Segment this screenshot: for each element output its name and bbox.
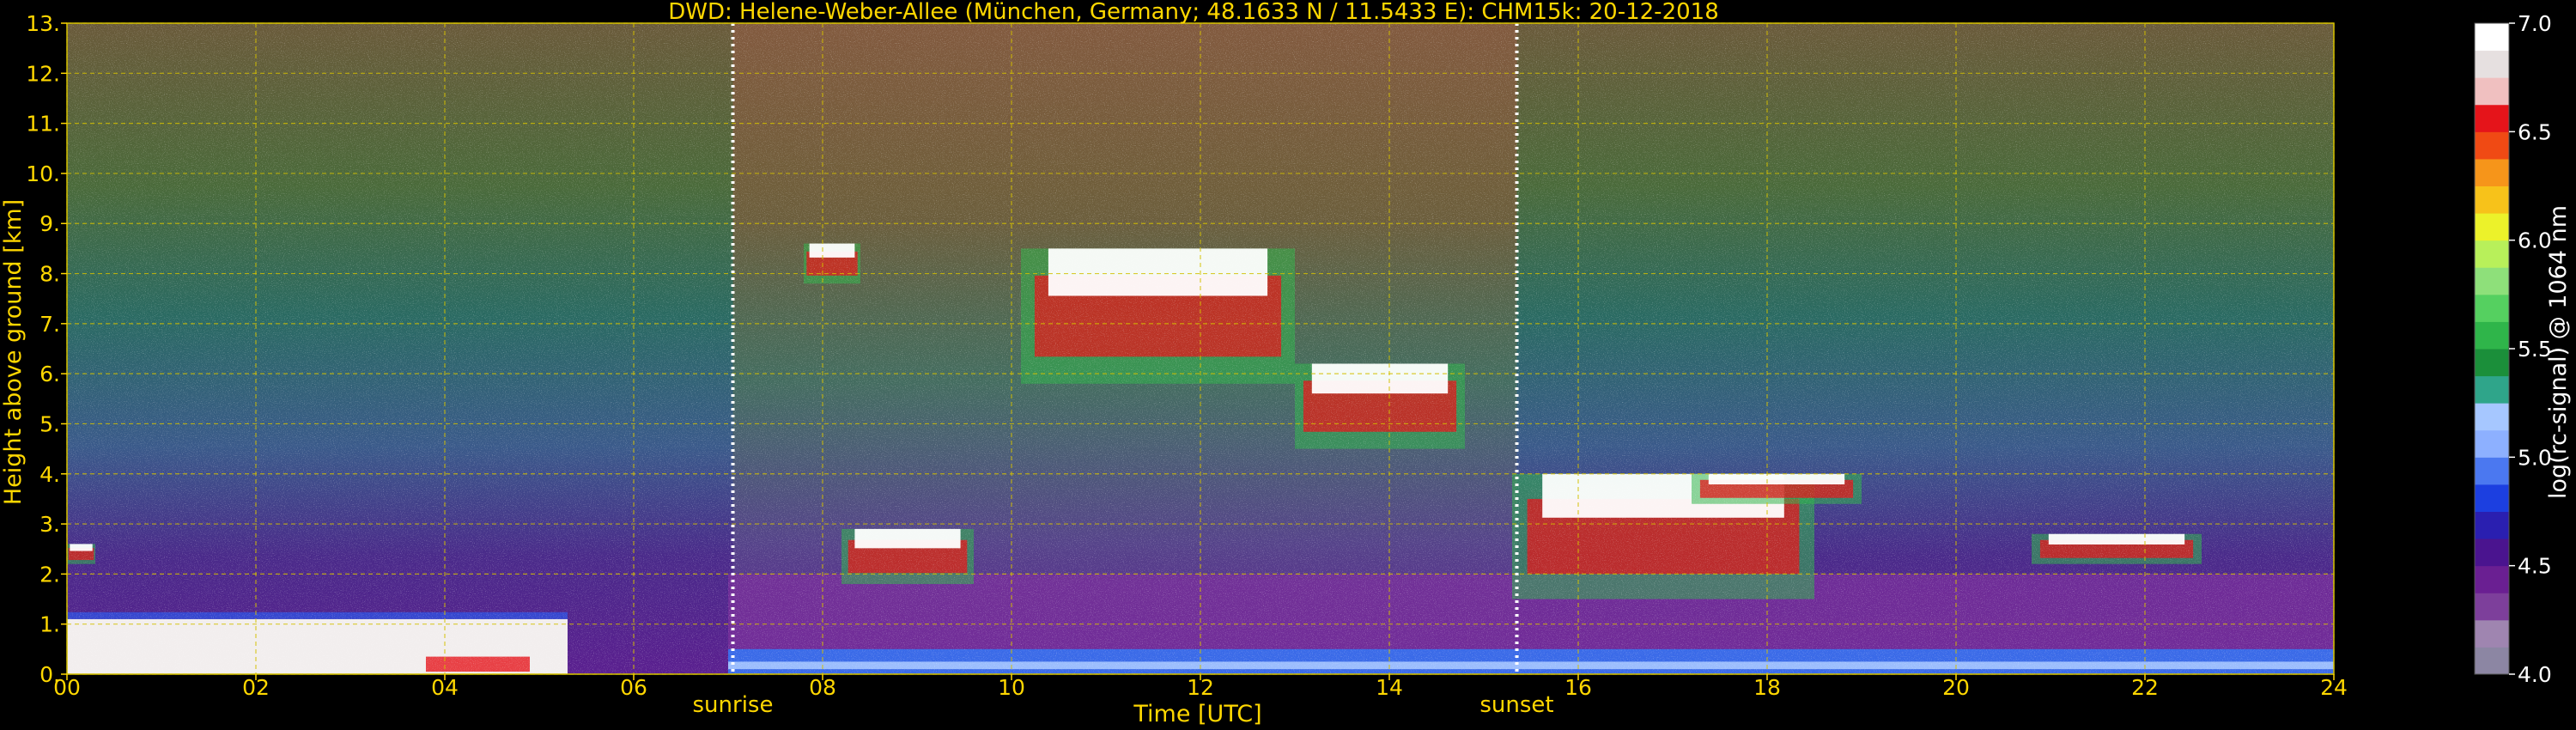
ceilometer-chart: sunrise sunset 00 02 04 06 08 10 12 14 16 18 20 22 24… (0, 0, 2572, 727)
y-tick-label: 0. (39, 662, 60, 687)
y-tick-label: 9. (39, 211, 60, 236)
x-tick-label: 12 (1187, 675, 1214, 700)
colorbar-segment (2475, 267, 2509, 295)
x-tick-label: 04 (431, 675, 459, 700)
x-tick-label: 16 (1564, 675, 1592, 700)
x-tick-label: 08 (809, 675, 836, 700)
y-tick-label: 10. (26, 161, 60, 186)
colorbar-segment (2475, 484, 2509, 512)
colorbar-segment (2475, 647, 2509, 675)
colorbar-segment (2475, 77, 2509, 106)
sunset-label: sunset (1479, 692, 1553, 718)
y-tick-label: 3. (39, 512, 60, 537)
colorbar-segment (2475, 240, 2509, 268)
x-axis-label: Time [UTC] (1133, 701, 1261, 727)
y-tick-label: 6. (39, 362, 60, 386)
chart-title: DWD: Helene-Weber-Allee (München, German… (668, 0, 1719, 25)
colorbar-segment (2475, 565, 2509, 593)
colorbar-segment (2475, 457, 2509, 485)
colorbar-segment (2475, 50, 2509, 78)
colorbar-tick-label: 7.0 (2518, 11, 2552, 36)
colorbar-segment (2475, 619, 2509, 648)
x-tick-label: 18 (1753, 675, 1781, 700)
colorbar-tick-label: 4.0 (2518, 662, 2552, 687)
colorbar-segment (2475, 375, 2509, 404)
colorbar-segment (2475, 429, 2509, 458)
y-tick-label: 13. (26, 11, 60, 36)
colorbar-segment (2475, 23, 2509, 52)
colorbar-segment (2475, 186, 2509, 214)
colorbar-tick-label: 4.5 (2518, 554, 2552, 579)
x-tick-label: 22 (2131, 675, 2159, 700)
x-tick-label: 02 (242, 675, 270, 700)
colorbar-segment (2475, 213, 2509, 241)
colorbar-segment (2475, 158, 2509, 186)
y-tick-label: 5. (39, 411, 60, 436)
colorbar-segment (2475, 131, 2509, 160)
colorbar-label: log(rc-signal) @ 1064 nm (2545, 205, 2572, 499)
colorbar-tick-label: 6.5 (2518, 119, 2552, 144)
colorbar-segment (2475, 593, 2509, 621)
y-tick-label: 12. (26, 61, 60, 86)
colorbar-segment (2475, 104, 2509, 132)
colorbar-segment (2475, 538, 2509, 567)
y-tick-label: 1. (39, 612, 60, 637)
x-tick-label: 14 (1376, 675, 1403, 700)
y-tick-label: 7. (39, 312, 60, 337)
y-tick-label: 2. (39, 562, 60, 587)
y-tick-label: 4. (39, 462, 60, 487)
colorbar-segment (2475, 294, 2509, 322)
x-tick-label: 06 (620, 675, 647, 700)
y-axis-label: Height above ground [km] (0, 199, 27, 505)
colorbar: 4.04.55.05.56.06.57.0 (2474, 11, 2552, 687)
x-tick-label: 24 (2320, 675, 2348, 700)
colorbar-segment (2475, 349, 2509, 377)
colorbar-segment (2475, 403, 2509, 431)
colorbar-segment (2475, 511, 2509, 539)
x-tick-label: 20 (1942, 675, 1970, 700)
sunrise-label: sunrise (693, 692, 774, 718)
y-tick-label: 11. (26, 112, 60, 137)
colorbar-segment (2475, 321, 2509, 350)
y-tick-label: 8. (39, 262, 60, 287)
x-tick-label: 10 (998, 675, 1025, 700)
